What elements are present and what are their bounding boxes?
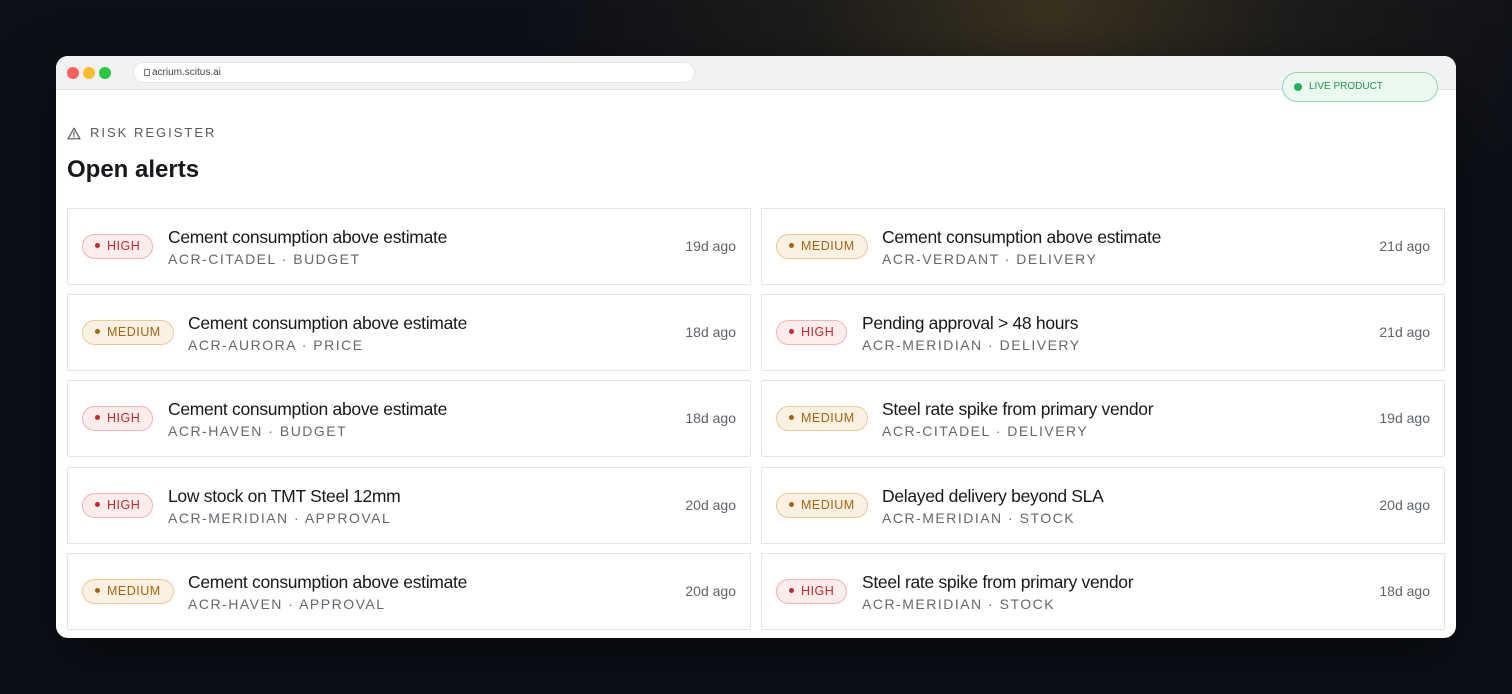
alert-card[interactable]: MEDIUM Steel rate spike from primary vend… [761, 380, 1445, 457]
alert-title: Pending approval > 48 hours [862, 313, 1079, 333]
alert-title: Low stock on TMT Steel 12mm [168, 486, 401, 506]
live-product-label: LIVE PRODUCT [1309, 81, 1383, 92]
alerts-grid: HIGH Cement consumption above estimate ACR… [67, 208, 1445, 630]
alert-title: Cement consumption above estimate [882, 227, 1162, 247]
browser-window: acrium.scitus.ai LIVE PRODUCT RISK REGIS… [56, 56, 1456, 638]
alert-card[interactable]: HIGH Cement consumption above estimate ACR… [67, 208, 751, 285]
severity-badge: MEDIUM [82, 320, 174, 345]
severity-label: MEDIUM [801, 239, 855, 253]
address-bar[interactable]: acrium.scitus.ai [133, 62, 695, 83]
alert-title: Delayed delivery beyond SLA [882, 486, 1104, 506]
live-product-badge: LIVE PRODUCT [1282, 72, 1438, 102]
severity-dot-icon [95, 415, 100, 420]
maximize-window-button[interactable] [99, 67, 111, 79]
alert-title: Steel rate spike from primary vendor [862, 572, 1134, 592]
alert-meta: ACR-MERIDIAN · DELIVERY [862, 337, 1081, 353]
page-title: Open alerts [67, 156, 200, 183]
alert-timestamp: 19d ago [1379, 410, 1430, 426]
severity-dot-icon [789, 502, 794, 507]
severity-label: HIGH [107, 239, 141, 253]
alert-meta: ACR-MERIDIAN · APPROVAL [168, 510, 392, 526]
section-eyebrow: RISK REGISTER [67, 125, 216, 141]
alert-meta: ACR-CITADEL · BUDGET [168, 251, 361, 267]
severity-badge: MEDIUM [776, 234, 868, 259]
lock-icon [144, 69, 150, 76]
warning-triangle-icon [67, 127, 81, 139]
alert-meta: ACR-HAVEN · BUDGET [168, 423, 348, 439]
alert-card[interactable]: HIGH Low stock on TMT Steel 12mm ACR-MERID… [67, 467, 751, 544]
severity-label: MEDIUM [801, 411, 855, 425]
alert-title: Cement consumption above estimate [168, 399, 448, 419]
severity-label: HIGH [107, 498, 141, 512]
alert-card[interactable]: MEDIUM Cement consumption above estimate A… [761, 208, 1445, 285]
live-status-dot-icon [1294, 83, 1302, 91]
alert-title: Steel rate spike from primary vendor [882, 399, 1154, 419]
alert-timestamp: 19d ago [685, 238, 736, 254]
severity-badge: MEDIUM [776, 406, 868, 431]
severity-badge: HIGH [82, 234, 154, 259]
alert-timestamp: 18d ago [685, 410, 736, 426]
alert-timestamp: 18d ago [1379, 583, 1430, 599]
severity-label: HIGH [801, 584, 835, 598]
severity-dot-icon [789, 588, 794, 593]
alert-meta: ACR-MERIDIAN · STOCK [882, 510, 1076, 526]
severity-dot-icon [789, 243, 794, 248]
browser-chrome: acrium.scitus.ai [56, 56, 1456, 90]
severity-label: HIGH [801, 325, 835, 339]
severity-label: MEDIUM [801, 498, 855, 512]
alert-timestamp: 18d ago [685, 324, 736, 340]
alert-timestamp: 20d ago [685, 583, 736, 599]
minimize-window-button[interactable] [83, 67, 95, 79]
alert-card[interactable]: HIGH Cement consumption above estimate ACR… [67, 380, 751, 457]
severity-badge: HIGH [82, 493, 154, 518]
severity-dot-icon [95, 588, 100, 593]
severity-label: MEDIUM [107, 325, 161, 339]
alert-title: Cement consumption above estimate [188, 313, 468, 333]
severity-label: HIGH [107, 411, 141, 425]
alert-timestamp: 21d ago [1379, 324, 1430, 340]
alert-title: Cement consumption above estimate [188, 572, 468, 592]
severity-badge: HIGH [776, 320, 848, 345]
alert-card[interactable]: MEDIUM Delayed delivery beyond SLA ACR-MER… [761, 467, 1445, 544]
alert-meta: ACR-VERDANT · DELIVERY [882, 251, 1098, 267]
alert-meta: ACR-CITADEL · DELIVERY [882, 423, 1089, 439]
url-text: acrium.scitus.ai [152, 67, 221, 78]
severity-badge: HIGH [82, 406, 154, 431]
eyebrow-label: RISK REGISTER [90, 125, 217, 140]
severity-badge: HIGH [776, 579, 848, 604]
alert-timestamp: 20d ago [1379, 497, 1430, 513]
alert-card[interactable]: MEDIUM Cement consumption above estimate A… [67, 553, 751, 630]
alert-meta: ACR-HAVEN · APPROVAL [188, 596, 386, 612]
alert-card[interactable]: MEDIUM Cement consumption above estimate A… [67, 294, 751, 371]
alert-meta: ACR-AURORA · PRICE [188, 337, 364, 353]
severity-badge: MEDIUM [82, 579, 174, 604]
severity-dot-icon [95, 329, 100, 334]
alert-timestamp: 20d ago [685, 497, 736, 513]
severity-label: MEDIUM [107, 584, 161, 598]
alert-title: Cement consumption above estimate [168, 227, 448, 247]
severity-dot-icon [789, 329, 794, 334]
severity-badge: MEDIUM [776, 493, 868, 518]
alert-timestamp: 21d ago [1379, 238, 1430, 254]
alert-meta: ACR-MERIDIAN · STOCK [862, 596, 1056, 612]
severity-dot-icon [95, 243, 100, 248]
severity-dot-icon [789, 415, 794, 420]
close-window-button[interactable] [67, 67, 79, 79]
alert-card[interactable]: HIGH Pending approval > 48 hours ACR-MERID… [761, 294, 1445, 371]
alert-card[interactable]: HIGH Steel rate spike from primary vendor… [761, 553, 1445, 630]
severity-dot-icon [95, 502, 100, 507]
